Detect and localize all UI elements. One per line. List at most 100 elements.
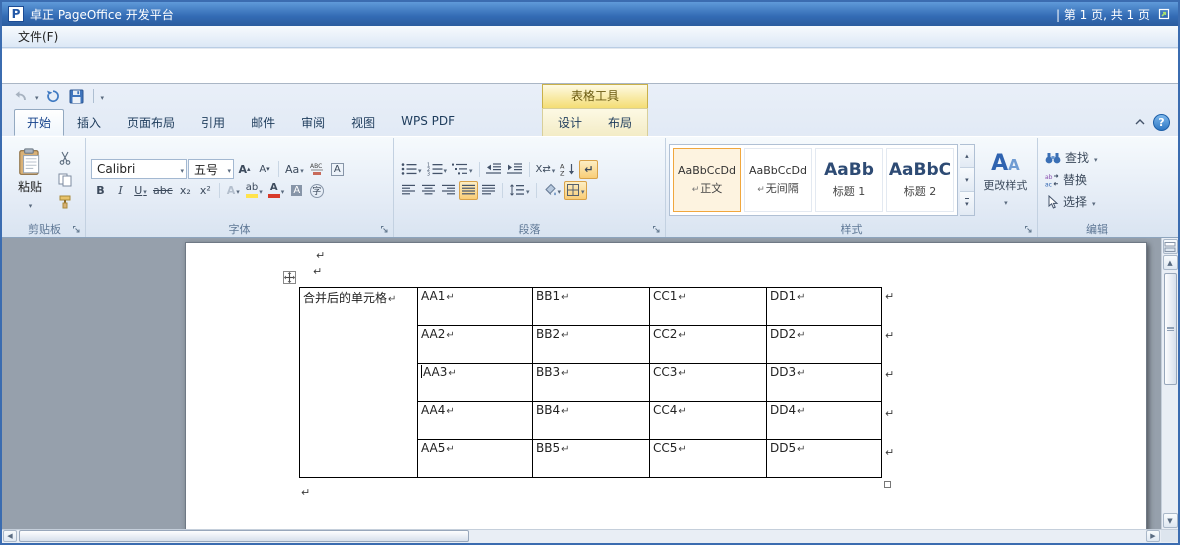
clipboard-dialog-launcher[interactable]	[72, 225, 82, 235]
phonetic-guide-button[interactable]: ABC	[307, 160, 327, 179]
table-cell-CC1[interactable]: CC1↵	[649, 287, 767, 326]
style-item-2[interactable]: AaBbCcDd ↵无间隔	[744, 147, 812, 212]
table-cell-DD3[interactable]: DD3↵	[766, 363, 882, 402]
help-button[interactable]: ?	[1153, 113, 1170, 131]
ribbon-tab-5[interactable]: 邮件	[238, 109, 288, 136]
style-item-4[interactable]: AaBbC 标题 2	[886, 147, 954, 212]
highlight-button[interactable]: ab	[244, 181, 265, 200]
table-cell-DD5[interactable]: DD5↵	[766, 439, 882, 478]
ribbon-tab-2[interactable]: 插入	[64, 109, 114, 136]
qat-customize-icon[interactable]	[100, 89, 105, 103]
ribbon-tab-6[interactable]: 审阅	[288, 109, 338, 136]
decrease-indent-button[interactable]	[484, 160, 504, 179]
table-cell-CC2[interactable]: CC2↵	[649, 325, 767, 364]
distribute-button[interactable]	[479, 181, 498, 200]
ruler-toggle-button[interactable]	[1162, 239, 1178, 254]
table-move-handle[interactable]	[283, 271, 296, 284]
ribbon-tab-1[interactable]: 开始	[14, 109, 65, 136]
table-cell-BB4[interactable]: BB4↵	[532, 401, 650, 440]
table-cell-DD4[interactable]: DD4↵	[766, 401, 882, 440]
align-justify-button[interactable]	[459, 180, 478, 200]
save-button[interactable]	[67, 87, 87, 105]
ribbon-tab-3[interactable]: 页面布局	[114, 109, 188, 136]
scroll-up-button[interactable]	[1162, 255, 1178, 270]
ribbon-tab-8[interactable]: WPS PDF	[388, 109, 468, 136]
horizontal-scroll-thumb[interactable]	[19, 530, 469, 542]
table-cell-DD1[interactable]: DD1↵	[766, 287, 882, 326]
table-cell-AA5[interactable]: AA5↵	[417, 439, 533, 478]
table-cell-AA3[interactable]: AA3↵	[417, 363, 533, 402]
table-cell-AA2[interactable]: AA2↵	[417, 325, 533, 364]
cut-button[interactable]	[55, 148, 74, 167]
asian-layout-button[interactable]: X⇄	[534, 160, 558, 179]
subscript-button[interactable]: x₂	[176, 181, 195, 200]
table-cell-CC3[interactable]: CC3↵	[649, 363, 767, 402]
bullets-button[interactable]	[399, 160, 424, 179]
table-cell-AA4[interactable]: AA4↵	[417, 401, 533, 440]
merged-cell[interactable]: 合并后的单元格↵	[299, 287, 418, 478]
character-border-button[interactable]: A	[328, 160, 347, 179]
find-button[interactable]: 查找	[1041, 148, 1102, 167]
contextual-tab-2[interactable]: 布局	[595, 109, 645, 136]
font-size-combo[interactable]: 五号	[188, 159, 234, 179]
page[interactable]: ↵ ↵ 合并后的单元格↵ AA1↵ BB1↵ CC1↵ DD1↵ AA2↵ BB2↵ CC2↵…	[185, 242, 1147, 529]
table-resize-handle[interactable]	[884, 481, 891, 488]
borders-button[interactable]	[564, 180, 587, 200]
sort-button[interactable]: AZ	[558, 160, 578, 179]
table-cell-BB2[interactable]: BB2↵	[532, 325, 650, 364]
align-right-button[interactable]	[439, 181, 458, 200]
change-case-button[interactable]: Aa	[283, 160, 306, 179]
table-cell-CC5[interactable]: CC5↵	[649, 439, 767, 478]
table-cell-AA1[interactable]: AA1↵	[417, 287, 533, 326]
font-name-combo[interactable]: Calibri	[91, 159, 187, 179]
text-effects-button[interactable]: A	[224, 181, 243, 200]
underline-button[interactable]: U	[131, 181, 150, 200]
shading-button[interactable]	[541, 181, 564, 200]
paste-button[interactable]: 粘贴	[7, 142, 53, 218]
gallery-more-icon[interactable]	[960, 191, 974, 215]
fullscreen-icon[interactable]	[1156, 6, 1172, 22]
undo-button[interactable]	[10, 87, 30, 105]
line-spacing-button[interactable]	[507, 181, 532, 200]
select-button[interactable]: 选择	[1041, 192, 1102, 211]
grow-font-button[interactable]: A ▴	[235, 160, 254, 179]
format-painter-button[interactable]	[55, 192, 74, 211]
ribbon-tab-4[interactable]: 引用	[188, 109, 238, 136]
italic-button[interactable]: I	[111, 181, 130, 200]
increase-indent-button[interactable]	[505, 160, 525, 179]
enclose-characters-button[interactable]: 字	[307, 181, 326, 200]
redo-button[interactable]	[43, 87, 63, 105]
show-marks-button[interactable]: ↵	[579, 159, 599, 179]
undo-dropdown-icon[interactable]	[34, 89, 39, 103]
numbering-button[interactable]: 123	[425, 160, 450, 179]
horizontal-scrollbar[interactable]	[2, 529, 1178, 543]
style-item-1[interactable]: AaBbCcDd ↵正文	[673, 147, 741, 212]
bold-button[interactable]: B	[91, 181, 110, 200]
vertical-scrollbar[interactable]	[1161, 238, 1178, 529]
strikethrough-button[interactable]: abc	[151, 181, 175, 200]
character-shading-button[interactable]: A	[287, 181, 306, 200]
contextual-tab-1[interactable]: 设计	[545, 109, 595, 136]
table-cell-BB1[interactable]: BB1↵	[532, 287, 650, 326]
scroll-left-button[interactable]	[3, 530, 17, 542]
ribbon-tab-7[interactable]: 视图	[338, 109, 388, 136]
scroll-right-button[interactable]	[1146, 530, 1160, 542]
vertical-scroll-thumb[interactable]	[1163, 273, 1177, 385]
multilevel-list-button[interactable]	[450, 160, 475, 179]
paragraph-dialog-launcher[interactable]	[652, 225, 662, 235]
scroll-down-button[interactable]	[1162, 513, 1178, 528]
gallery-up-icon[interactable]	[960, 144, 974, 169]
styles-dialog-launcher[interactable]	[1024, 225, 1034, 235]
shrink-font-button[interactable]: A ▾	[255, 160, 274, 179]
table-cell-BB3[interactable]: BB3↵	[532, 363, 650, 402]
font-color-button[interactable]: A	[266, 181, 287, 200]
table-cell-CC4[interactable]: CC4↵	[649, 401, 767, 440]
superscript-button[interactable]: x²	[196, 181, 215, 200]
style-item-3[interactable]: AaBb 标题 1	[815, 147, 883, 212]
replace-button[interactable]: ab ac 替换	[1041, 170, 1102, 189]
font-dialog-launcher[interactable]	[380, 225, 390, 235]
align-left-button[interactable]	[399, 181, 418, 200]
change-styles-button[interactable]: AA 更改样式	[977, 142, 1034, 218]
align-center-button[interactable]	[419, 181, 438, 200]
table-cell-BB5[interactable]: BB5↵	[532, 439, 650, 478]
